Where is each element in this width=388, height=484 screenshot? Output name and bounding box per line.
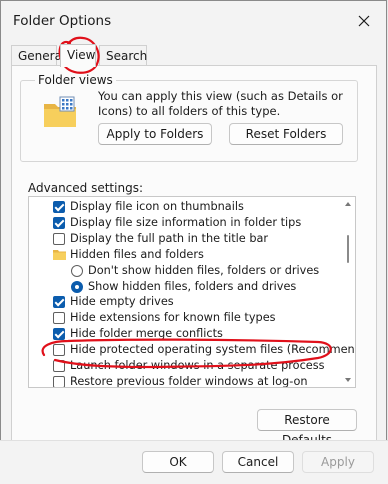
close-icon[interactable] bbox=[354, 11, 374, 31]
checkbox[interactable] bbox=[53, 360, 65, 372]
folder-views-description: You can apply this view (such as Details… bbox=[98, 89, 343, 118]
folder-view-icon bbox=[44, 96, 76, 127]
checkbox[interactable] bbox=[53, 232, 65, 245]
checkbox[interactable] bbox=[53, 328, 65, 341]
checkbox[interactable] bbox=[53, 375, 65, 387]
tab-search-label: Search bbox=[106, 49, 148, 63]
scroll-down-icon[interactable] bbox=[345, 377, 351, 383]
folder-icon bbox=[53, 249, 66, 260]
tab-view-label: View bbox=[67, 48, 96, 62]
checkbox[interactable] bbox=[53, 216, 65, 229]
scroll-up-icon[interactable] bbox=[345, 201, 351, 207]
advanced-settings-list[interactable]: Display file icon on thumbnails Display f… bbox=[28, 196, 356, 388]
advanced-setting-label: Restore previous folder windows at log-o… bbox=[70, 374, 308, 388]
tab-general[interactable]: General bbox=[11, 45, 65, 66]
checkbox[interactable] bbox=[53, 296, 65, 309]
checkbox[interactable] bbox=[53, 344, 65, 357]
folder-views-legend: Folder views bbox=[35, 73, 116, 87]
ok-button[interactable]: OK bbox=[142, 451, 214, 473]
radio-button[interactable] bbox=[71, 264, 83, 277]
title-bar[interactable]: Folder Options bbox=[1, 1, 386, 41]
checkbox[interactable] bbox=[53, 312, 65, 325]
reset-folders-button[interactable]: Reset Folders bbox=[229, 123, 343, 145]
scroll-thumb[interactable] bbox=[347, 235, 349, 263]
tab-view[interactable]: View bbox=[60, 44, 96, 67]
tab-search[interactable]: Search bbox=[99, 45, 147, 66]
advanced-settings-label: Advanced settings: bbox=[28, 181, 143, 195]
checkbox[interactable] bbox=[53, 201, 65, 213]
restore-defaults-button[interactable]: Restore Defaults bbox=[257, 409, 357, 447]
apply-button[interactable]: Apply bbox=[302, 451, 374, 473]
window-title: Folder Options bbox=[13, 13, 112, 29]
cancel-button[interactable]: Cancel bbox=[222, 451, 294, 473]
apply-to-folders-button[interactable]: Apply to Folders bbox=[98, 123, 212, 145]
tab-general-label: General bbox=[18, 49, 66, 63]
radio-button[interactable] bbox=[71, 280, 83, 293]
